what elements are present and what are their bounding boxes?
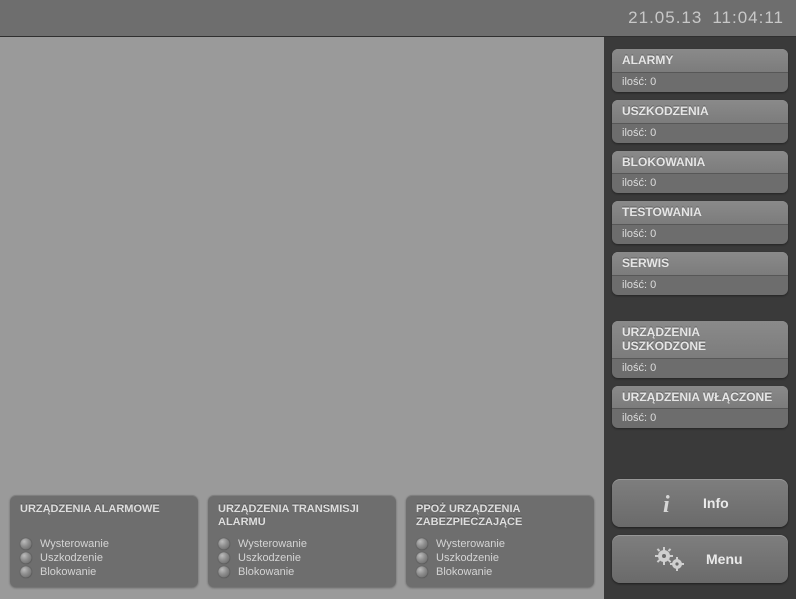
main-area: URZĄDZENIA ALARMOWE Wysterowanie Uszkodz… — [0, 37, 604, 599]
state-row: Wysterowanie — [20, 537, 188, 551]
state-row: Wysterowanie — [218, 537, 386, 551]
info-icon: i — [657, 490, 683, 516]
state-row: Blokowanie — [218, 565, 386, 579]
status-dot-icon — [416, 552, 428, 564]
status-dot-icon — [218, 566, 230, 578]
state-label: Wysterowanie — [436, 538, 505, 550]
panel-faults[interactable]: USZKODZENIA ilość: 0 — [612, 100, 788, 143]
panel-count: ilość: 0 — [612, 173, 788, 193]
panel-count: ilość: 0 — [612, 224, 788, 244]
panel-count: ilość: 0 — [612, 275, 788, 295]
menu-label: Menu — [706, 551, 746, 567]
state-row: Uszkodzenie — [416, 551, 584, 565]
panel-service[interactable]: SERWIS ilość: 0 — [612, 252, 788, 295]
state-label: Uszkodzenie — [436, 552, 499, 564]
state-row: Uszkodzenie — [20, 551, 188, 565]
header-bar: 21.05.13 11:04:11 — [0, 0, 796, 37]
card-transmission-devices[interactable]: URZĄDZENIA TRANSMISJI ALARMU Wysterowani… — [208, 495, 396, 587]
info-button[interactable]: i Info — [612, 479, 788, 527]
panel-title: URZĄDZENIA WŁĄCZONE — [612, 386, 788, 409]
panel-alarms[interactable]: ALARMY ilość: 0 — [612, 49, 788, 92]
card-title: URZĄDZENIA ALARMOWE — [20, 503, 188, 531]
sidebar: ALARMY ilość: 0 USZKODZENIA ilość: 0 BLO… — [604, 37, 796, 599]
panel-title: BLOKOWANIA — [612, 151, 788, 174]
state-label: Blokowanie — [238, 566, 294, 578]
card-fire-protection-devices[interactable]: PPOŻ URZĄDZENIA ZABEZPIECZAJĄCE Wysterow… — [406, 495, 594, 587]
state-label: Wysterowanie — [238, 538, 307, 550]
panel-devices-enabled[interactable]: URZĄDZENIA WŁĄCZONE ilość: 0 — [612, 386, 788, 429]
gears-icon — [654, 546, 686, 572]
panel-title: ALARMY — [612, 49, 788, 72]
panel-count: ilość: 0 — [612, 123, 788, 143]
status-dot-icon — [416, 538, 428, 550]
card-title: URZĄDZENIA TRANSMISJI ALARMU — [218, 503, 386, 531]
status-dot-icon — [218, 538, 230, 550]
state-row: Uszkodzenie — [218, 551, 386, 565]
device-card-row: URZĄDZENIA ALARMOWE Wysterowanie Uszkodz… — [10, 495, 594, 587]
panel-title: SERWIS — [612, 252, 788, 275]
card-title: PPOŻ URZĄDZENIA ZABEZPIECZAJĄCE — [416, 503, 584, 531]
state-row: Wysterowanie — [416, 537, 584, 551]
panel-title: URZĄDZENIA USZKODZONE — [612, 321, 788, 358]
panel-count: ilość: 0 — [612, 358, 788, 378]
status-dot-icon — [20, 566, 32, 578]
status-dot-icon — [218, 552, 230, 564]
state-label: Uszkodzenie — [238, 552, 301, 564]
state-label: Wysterowanie — [40, 538, 109, 550]
panel-title: USZKODZENIA — [612, 100, 788, 123]
panel-devices-damaged[interactable]: URZĄDZENIA USZKODZONE ilość: 0 — [612, 321, 788, 378]
state-row: Blokowanie — [20, 565, 188, 579]
state-row: Blokowanie — [416, 565, 584, 579]
card-alarm-devices[interactable]: URZĄDZENIA ALARMOWE Wysterowanie Uszkodz… — [10, 495, 198, 587]
state-label: Blokowanie — [40, 566, 96, 578]
status-dot-icon — [416, 566, 428, 578]
state-label: Uszkodzenie — [40, 552, 103, 564]
panel-tests[interactable]: TESTOWANIA ilość: 0 — [612, 201, 788, 244]
panel-count: ilość: 0 — [612, 72, 788, 92]
status-dot-icon — [20, 552, 32, 564]
header-time: 11:04:11 — [712, 8, 784, 28]
status-dot-icon — [20, 538, 32, 550]
menu-button[interactable]: Menu — [612, 535, 788, 583]
panel-title: TESTOWANIA — [612, 201, 788, 224]
state-label: Blokowanie — [436, 566, 492, 578]
svg-text:i: i — [663, 492, 670, 516]
panel-count: ilość: 0 — [612, 408, 788, 428]
info-label: Info — [703, 495, 743, 511]
panel-disablements[interactable]: BLOKOWANIA ilość: 0 — [612, 151, 788, 194]
header-date: 21.05.13 — [628, 8, 702, 28]
